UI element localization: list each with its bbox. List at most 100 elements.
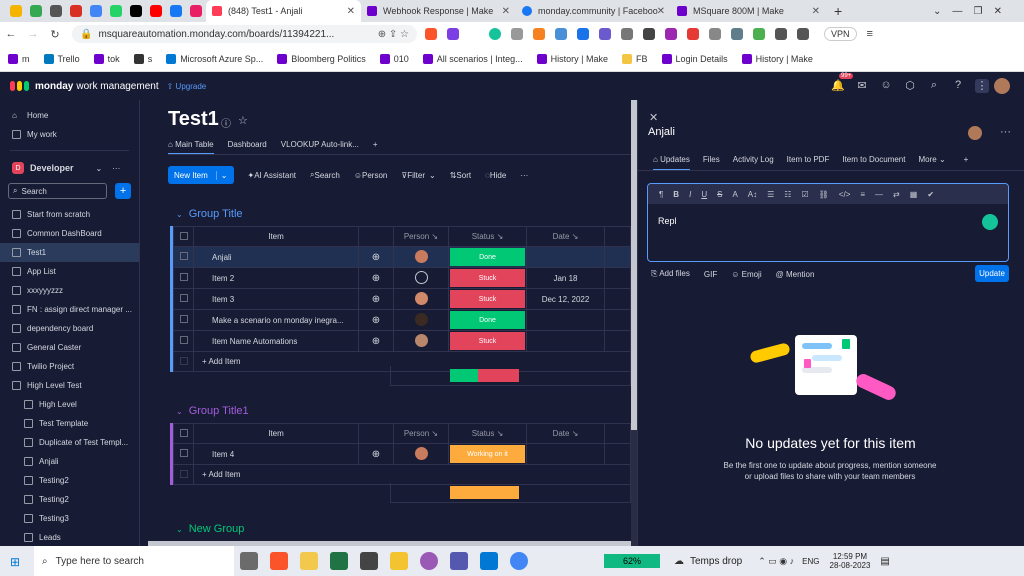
apps-icon[interactable]: ⬡ — [903, 79, 917, 93]
table-row[interactable]: Item 2 ⊕ Stuck Jan 18 — [173, 267, 631, 289]
status-label[interactable]: Working on it — [450, 445, 525, 463]
person-cell[interactable] — [393, 309, 449, 331]
clock[interactable]: 12:59 PM 28-08-2023 — [830, 552, 871, 570]
update-button[interactable]: Update — [975, 265, 1009, 282]
avatar[interactable] — [968, 126, 982, 140]
extension-icon[interactable] — [709, 28, 721, 40]
messenger-icon[interactable] — [420, 552, 438, 570]
emoji-button[interactable]: ☺ Emoji — [731, 270, 761, 279]
brave-rewards-icon[interactable] — [447, 28, 459, 40]
conversation-icon[interactable]: ⊕ — [372, 294, 380, 305]
inbox-icon[interactable]: ✉ — [855, 79, 869, 93]
table-row[interactable]: Anjali ⊕ Done — [173, 246, 631, 268]
menu-icon[interactable]: ≡ — [867, 28, 873, 40]
forward-icon[interactable]: → — [22, 28, 44, 40]
avatar[interactable] — [994, 78, 1010, 94]
conversation-cell[interactable]: ⊕ — [358, 267, 394, 289]
conversation-icon[interactable]: ⊕ — [372, 273, 380, 284]
select-all-checkbox[interactable] — [173, 423, 194, 444]
row-checkbox[interactable] — [173, 330, 194, 352]
group-header[interactable]: ⌄ Group Title1 — [176, 405, 249, 417]
sidebar-item[interactable]: Duplicate of Test Templ... — [0, 433, 139, 452]
add-item-label[interactable]: + Add Item — [193, 464, 631, 485]
avatar[interactable] — [414, 333, 428, 347]
info-icon[interactable]: ⓘ — [221, 115, 231, 130]
date-cell[interactable] — [526, 443, 605, 465]
column-header-person[interactable]: Person ↘ — [393, 423, 449, 444]
tab-icon[interactable] — [90, 5, 102, 17]
table-icon[interactable]: ▦ — [910, 190, 918, 199]
bookmark[interactable]: FB — [622, 53, 648, 64]
sort-button[interactable]: ⇅ Sort — [450, 171, 471, 180]
tab-more[interactable]: More ⌄ — [918, 155, 945, 171]
checklist-icon[interactable]: ☑ — [801, 190, 808, 199]
browser-tab[interactable]: (848) Test1 - Anjali ✕ — [206, 0, 361, 22]
weather-icon[interactable]: ☁ — [674, 556, 684, 567]
bookmark[interactable]: History | Make — [536, 53, 608, 64]
rtl-icon[interactable]: ⇄ — [893, 190, 900, 199]
status-summary-bar[interactable] — [450, 486, 519, 499]
conversation-icon[interactable]: ⊕ — [372, 449, 380, 460]
item-name-cell[interactable]: Anjali — [193, 246, 359, 268]
extension-icon[interactable] — [599, 28, 611, 40]
update-editor[interactable]: ¶ B I U S A A↕ ☰ ☷ ☑ ⛓ </> ≡ — ⇄ ▦ ✔ Repl — [647, 183, 1009, 262]
close-icon[interactable]: ✕ — [657, 6, 665, 17]
tab-dashboard[interactable]: Dashboard — [228, 140, 267, 155]
grammarly-icon[interactable] — [489, 28, 501, 40]
tab-item-to-pdf[interactable]: Item to PDF — [787, 155, 830, 171]
grammarly-icon[interactable] — [982, 214, 998, 230]
bookmark[interactable]: s — [133, 53, 152, 64]
browser-tab[interactable]: MSquare 800M | Make ✕ — [671, 0, 826, 22]
row-checkbox[interactable] — [173, 267, 194, 289]
ai-assistant-button[interactable]: ✦ AI Assistant — [248, 171, 297, 180]
sidebar-item[interactable]: Testing2 — [0, 471, 139, 490]
row-checkbox[interactable] — [173, 246, 194, 268]
teams-icon[interactable] — [450, 552, 468, 570]
add-button[interactable]: + — [115, 183, 131, 199]
switcher-icon[interactable]: ⋮ — [975, 79, 989, 93]
sidebar-item[interactable]: Anjali — [0, 452, 139, 471]
workspace-selector[interactable]: D Developer ⌄ ··· — [0, 157, 139, 179]
person-cell[interactable] — [393, 246, 449, 268]
extension-icon[interactable] — [687, 28, 699, 40]
help-icon[interactable]: ? — [951, 79, 965, 93]
avatar[interactable] — [414, 270, 428, 284]
notification-center-icon[interactable]: ▤ — [880, 556, 889, 567]
app-icon[interactable] — [360, 552, 378, 570]
status-cell[interactable]: Stuck — [448, 267, 527, 289]
person-cell[interactable] — [393, 267, 449, 289]
date-cell[interactable]: Dec 12, 2022 — [526, 288, 605, 310]
browser-tab[interactable]: monday.community | Faceboo ✕ — [516, 0, 671, 22]
extension-icon[interactable] — [621, 28, 633, 40]
table-row[interactable]: Item 3 ⊕ Stuck Dec 12, 2022 — [173, 288, 631, 310]
excel-icon[interactable] — [330, 552, 348, 570]
sidebar-item[interactable]: Twilio Project — [0, 357, 139, 376]
row-checkbox[interactable] — [173, 443, 194, 465]
date-cell[interactable] — [526, 246, 605, 268]
status-label[interactable]: Stuck — [450, 332, 525, 350]
tab-icon[interactable] — [150, 5, 162, 17]
close-icon[interactable]: ✕ — [502, 6, 510, 17]
person-cell[interactable] — [393, 443, 449, 465]
table-row[interactable]: Item Name Automations ⊕ Stuck — [173, 330, 631, 352]
close-icon[interactable]: ✕ — [649, 111, 658, 124]
sidebar-item[interactable]: Leads — [0, 528, 139, 547]
battery-indicator[interactable]: 62% — [604, 554, 660, 568]
table-row[interactable]: Item 4 ⊕ Working on it — [173, 443, 631, 465]
sidebar-item[interactable]: Test Template — [0, 414, 139, 433]
tab-vlookup[interactable]: VLOOKUP Auto-link... — [281, 140, 359, 155]
select-all-checkbox[interactable] — [173, 226, 194, 247]
windows-start-icon[interactable]: ⊞ — [10, 555, 20, 569]
column-header-date[interactable]: Date ↘ — [526, 423, 605, 444]
upgrade-link[interactable]: ⇧ Upgrade — [167, 82, 207, 91]
sidebar-item[interactable]: General Caster — [0, 338, 139, 357]
conversation-cell[interactable]: ⊕ — [358, 443, 394, 465]
reload-icon[interactable]: ↻ — [44, 28, 66, 41]
tab-icon[interactable] — [30, 5, 42, 17]
bookmark[interactable]: tok — [93, 53, 120, 64]
chevron-down-icon[interactable]: ⌄ — [215, 170, 228, 180]
sticky-notes-icon[interactable] — [390, 552, 408, 570]
sidebar-toggle-icon[interactable] — [797, 28, 809, 40]
item-name-cell[interactable]: Item 2 — [193, 267, 359, 289]
conversation-cell[interactable]: ⊕ — [358, 330, 394, 352]
